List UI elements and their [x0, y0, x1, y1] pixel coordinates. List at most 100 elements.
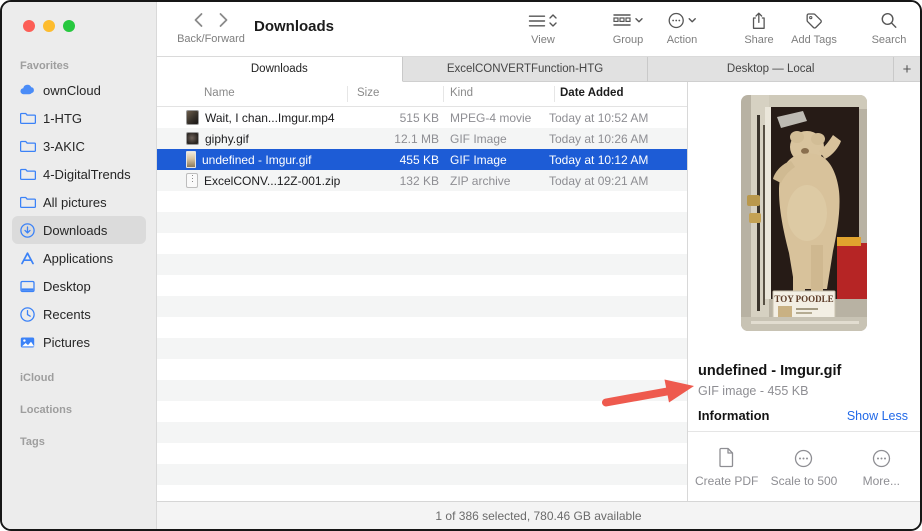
sidebar-item-label: 1-HTG: [43, 111, 82, 126]
file-row-excelconv-zip[interactable]: ExcelCONV...12Z-001.zip 132 KB ZIP archi…: [157, 170, 687, 191]
desktop-icon: [19, 278, 36, 295]
main-area: Back/Forward Downloads View: [157, 2, 920, 529]
sidebar-item-owncloud[interactable]: ownCloud: [12, 76, 146, 104]
chevron-down-icon: [635, 17, 644, 24]
column-header-size[interactable]: Size: [357, 87, 379, 99]
zip-archive-icon: [186, 173, 198, 188]
sidebar-section-tags: Tags: [2, 432, 156, 452]
file-kind: MPEG-4 movie: [439, 111, 549, 125]
finder-window: Favorites ownCloud 1-HTG 3-AKIC: [0, 0, 922, 531]
sidebar-item-downloads[interactable]: Downloads: [12, 216, 146, 244]
toolbar: Back/Forward Downloads View: [157, 2, 920, 56]
close-window-button[interactable]: [23, 20, 35, 32]
sidebar: Favorites ownCloud 1-HTG 3-AKIC: [2, 2, 157, 529]
file-row-giphy-gif[interactable]: giphy.gif 12.1 MB GIF Image Today at 10:…: [157, 128, 687, 149]
preview-pane: TOY POODLE undefined - Imgur.gif GIF ima…: [688, 82, 920, 501]
file-date-added: Today at 09:21 AM: [549, 174, 687, 188]
folder-icon: [19, 166, 36, 183]
sidebar-item-label: ownCloud: [43, 83, 101, 98]
sidebar-item-label: 3-AKIC: [43, 139, 85, 154]
file-date-added: Today at 10:52 AM: [549, 111, 687, 125]
sidebar-item-3-akic[interactable]: 3-AKIC: [12, 132, 146, 160]
sort-chevrons-icon: [549, 13, 558, 28]
gif-thumbnail-icon: [186, 132, 199, 145]
list-view-icon: [529, 14, 546, 28]
column-divider: [554, 86, 555, 102]
sidebar-item-4-digitaltrends[interactable]: 4-DigitalTrends: [12, 160, 146, 188]
preview-divider: [688, 431, 920, 432]
action-button[interactable]: Action: [667, 10, 698, 46]
view-label: View: [529, 34, 558, 46]
show-less-link[interactable]: Show Less: [847, 409, 908, 423]
file-kind: ZIP archive: [439, 174, 549, 188]
applications-icon: [19, 250, 36, 267]
sidebar-item-recents[interactable]: Recents: [12, 300, 146, 328]
chevron-down-icon: [687, 17, 696, 24]
minimize-window-button[interactable]: [43, 20, 55, 32]
more-button[interactable]: More...: [843, 442, 920, 488]
sidebar-item-1-htg[interactable]: 1-HTG: [12, 104, 146, 132]
preview-image-label: TOY POODLE: [774, 294, 833, 304]
file-date-added: Today at 10:12 AM: [549, 153, 687, 167]
zoom-window-button[interactable]: [63, 20, 75, 32]
back-forward-label: Back/Forward: [169, 33, 253, 45]
search-label: Search: [872, 34, 907, 46]
file-size: 132 KB: [347, 174, 439, 188]
status-text: 1 of 386 selected, 780.46 GB available: [435, 509, 641, 523]
file-size: 515 KB: [347, 111, 439, 125]
preview-file-meta: GIF image - 455 KB: [698, 384, 808, 398]
video-thumbnail-icon: [186, 110, 199, 125]
create-pdf-button[interactable]: Create PDF: [688, 442, 765, 488]
sidebar-item-label: Pictures: [43, 335, 90, 350]
file-row-undefined-imgur-gif[interactable]: undefined - Imgur.gif 455 KB GIF Image T…: [157, 149, 687, 170]
new-tab-button[interactable]: +: [894, 57, 920, 82]
column-divider: [443, 86, 444, 102]
share-button[interactable]: Share: [744, 10, 773, 46]
file-kind: GIF Image: [439, 153, 549, 167]
status-bar: 1 of 386 selected, 780.46 GB available: [157, 501, 920, 529]
file-size: 12.1 MB: [347, 132, 439, 146]
tab-downloads[interactable]: Downloads: [157, 57, 403, 82]
action-label: Action: [667, 34, 698, 46]
quick-action-label: More...: [843, 474, 920, 488]
quick-actions: Create PDF Scale to 500 More...: [688, 442, 920, 488]
forward-button[interactable]: [218, 12, 229, 28]
file-row-wait-i-chan-imgur-mp4[interactable]: Wait, I chan...Imgur.mp4 515 KB MPEG-4 m…: [157, 107, 687, 128]
document-icon: [688, 442, 765, 468]
view-button[interactable]: View: [529, 10, 558, 46]
column-divider: [347, 86, 348, 102]
cloud-icon: [19, 82, 36, 99]
add-tags-button[interactable]: Add Tags: [791, 10, 837, 46]
tab-desktop-local[interactable]: Desktop — Local: [648, 57, 894, 82]
sidebar-section-icloud: iCloud: [2, 368, 156, 388]
group-button[interactable]: Group: [613, 10, 644, 46]
file-size: 455 KB: [347, 153, 439, 167]
quick-action-label: Scale to 500: [765, 474, 842, 488]
window-title: Downloads: [254, 18, 334, 35]
sidebar-item-pictures[interactable]: Pictures: [12, 328, 146, 356]
column-header-name[interactable]: Name: [204, 87, 235, 99]
scale-to-500-button[interactable]: Scale to 500: [765, 442, 842, 488]
sidebar-item-label: Recents: [43, 307, 91, 322]
search-button[interactable]: Search: [872, 10, 907, 46]
file-date-added: Today at 10:26 AM: [549, 132, 687, 146]
preview-image: TOY POODLE: [741, 95, 867, 331]
sidebar-item-applications[interactable]: Applications: [12, 244, 146, 272]
file-name: Wait, I chan...Imgur.mp4: [205, 111, 335, 125]
tag-icon: [805, 12, 823, 30]
pictures-icon: [19, 334, 36, 351]
column-header-kind[interactable]: Kind: [450, 87, 473, 99]
file-rows: Wait, I chan...Imgur.mp4 515 KB MPEG-4 m…: [157, 107, 687, 501]
back-button[interactable]: [193, 12, 204, 28]
sidebar-item-all-pictures[interactable]: All pictures: [12, 188, 146, 216]
group-label: Group: [613, 34, 644, 46]
sidebar-item-desktop[interactable]: Desktop: [12, 272, 146, 300]
window-controls: [23, 20, 75, 32]
tab-bar: Downloads ExcelCONVERTFunction-HTG Deskt…: [157, 56, 920, 82]
tab-excelconvertfunction-htg[interactable]: ExcelCONVERTFunction-HTG: [403, 57, 649, 82]
file-kind: GIF Image: [439, 132, 549, 146]
downloads-icon: [19, 222, 36, 239]
sidebar-section-favorites: Favorites: [2, 56, 156, 76]
column-header-date-added[interactable]: Date Added: [560, 87, 623, 99]
clock-icon: [19, 306, 36, 323]
